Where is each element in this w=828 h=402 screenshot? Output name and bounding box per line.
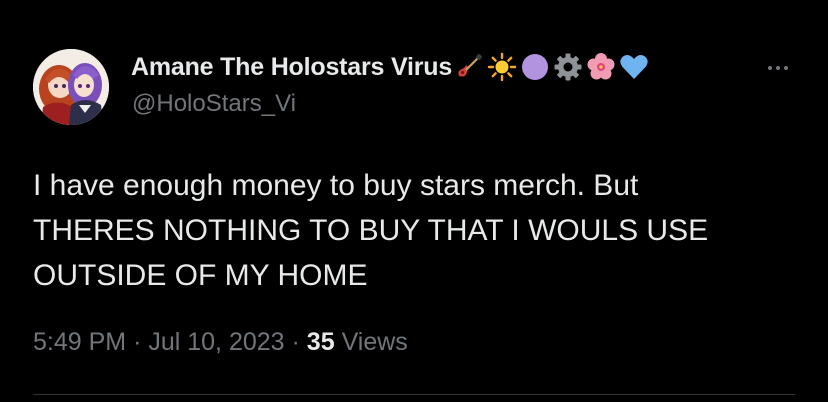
tweet-text-line: OUTSIDE OF MY HOME xyxy=(33,259,368,292)
divider xyxy=(33,394,795,395)
avatar[interactable] xyxy=(33,49,109,125)
display-name[interactable]: Amane The Holostars Virus xyxy=(131,53,452,82)
tweet-time[interactable]: 5:49 PM xyxy=(33,328,126,356)
name-emojis xyxy=(454,52,649,82)
more-options-button[interactable] xyxy=(760,56,796,80)
more-dot-icon xyxy=(768,66,772,70)
tweet-card: Amane The Holostars Virus @HoloStars_Vi … xyxy=(0,0,828,402)
meta-separator: · xyxy=(133,328,142,356)
meta-separator: · xyxy=(291,328,300,356)
more-dot-icon xyxy=(776,66,780,70)
views-label: Views xyxy=(341,328,408,356)
tweet-meta: 5:49 PM · Jul 10, 2023 · 35 Views xyxy=(33,328,408,357)
tweet-text-line: I have enough money to buy stars merch. … xyxy=(33,169,639,202)
user-handle[interactable]: @HoloStars_Vi xyxy=(132,90,296,118)
display-name-row: Amane The Holostars Virus xyxy=(131,49,649,85)
tweet-text-line: THERES NOTHING TO BUY THAT I WOULS USE xyxy=(33,214,709,247)
sun-icon xyxy=(487,52,517,82)
views-count: 35 xyxy=(306,328,335,356)
blue-heart-icon xyxy=(619,52,649,82)
tweet-date[interactable]: Jul 10, 2023 xyxy=(148,328,284,356)
purple-circle-icon xyxy=(520,52,550,82)
avatar-image xyxy=(33,49,109,125)
gear-icon xyxy=(553,52,583,82)
more-dot-icon xyxy=(784,66,788,70)
tweet-text: I have enough money to buy stars merch. … xyxy=(33,163,773,298)
guitar-icon xyxy=(454,52,484,82)
hibiscus-icon xyxy=(586,52,616,82)
